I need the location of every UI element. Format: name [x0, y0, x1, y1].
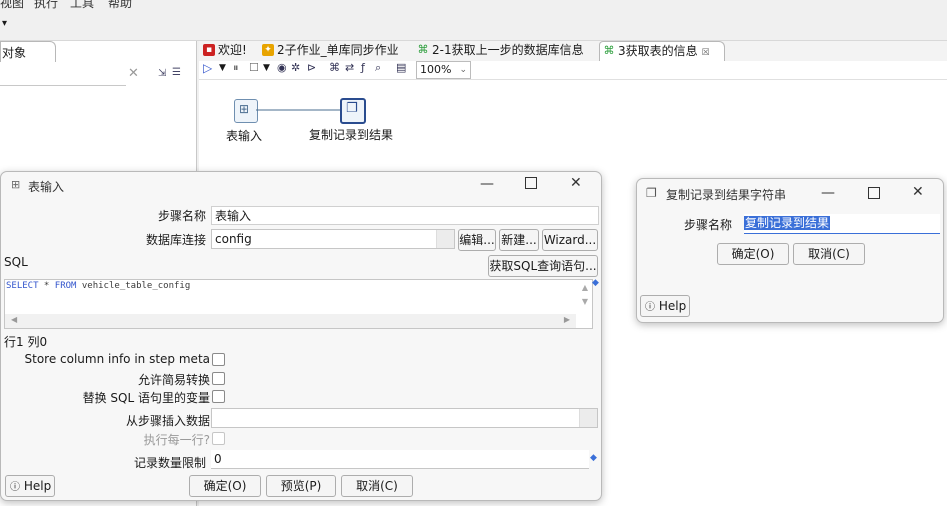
explore-db-icon[interactable]: ⌕ [375, 61, 381, 75]
cursor-position: 行1 列0 [4, 335, 48, 349]
copy-rows-step-name-input[interactable]: 复制记录到结果 [744, 214, 940, 234]
variable-diamond-icon: ◆ [590, 453, 597, 463]
minimize-icon[interactable]: — [480, 176, 494, 192]
run-dropdown-icon[interactable]: ▼ [219, 63, 226, 73]
sql-editor[interactable]: SELECT * FROM vehicle_table_config ▲ ▼ ◀… [4, 279, 593, 329]
object-search-input[interactable] [0, 65, 126, 86]
welcome-icon: ▪ [203, 44, 215, 56]
close-tab-icon[interactable]: ☒ [701, 48, 709, 58]
replay-icon[interactable]: ⊳ [307, 61, 316, 74]
copy-rows-ok-button[interactable]: 确定(O) [717, 243, 789, 265]
store-column-info-label: Store column info in step meta [24, 352, 211, 366]
minimize-icon[interactable]: — [821, 185, 835, 201]
run-icon[interactable]: ▷ [203, 61, 212, 75]
preview-icon[interactable]: ◉ [277, 61, 287, 74]
job-icon: ✦ [262, 44, 274, 56]
hop-arrow[interactable] [256, 104, 348, 116]
dialog-title: 表输入 [28, 180, 65, 194]
help-button[interactable]: ⓘ Help [5, 475, 55, 497]
execute-each-row-label: 执行每一行? [143, 433, 210, 447]
editor-toolbar: ▷ ▼ ⏸ ☐ ▼ ◉ ✲ ⊳ ⌘ ⇄ ƒ ⌕ ▤ [199, 61, 947, 80]
limit-input[interactable]: 0 [211, 450, 589, 469]
close-icon[interactable]: ✕ [912, 184, 924, 200]
tab-welcome[interactable]: ▪ 欢迎! [200, 41, 268, 60]
step-label-copy-rows: 复制记录到结果 [309, 128, 394, 142]
menu-item-tools[interactable]: 工具 [70, 0, 94, 10]
copy-rows-cancel-button[interactable]: 取消(C) [793, 243, 865, 265]
copy-rows-help-button[interactable]: ⓘ Help [640, 295, 690, 317]
get-sql-button[interactable]: 获取SQL查询语句... [488, 255, 598, 277]
limit-label: 记录数量限制 [133, 456, 206, 470]
tab-transformation-3[interactable]: ⌘ 3获取表的信息 ☒ [599, 41, 725, 61]
menu-item-view[interactable]: 视图 [0, 0, 24, 10]
table-input-icon[interactable]: ⊞ [234, 99, 258, 123]
scroll-up-icon[interactable]: ▲ [582, 283, 588, 292]
copy-rows-icon[interactable]: ❐ [340, 98, 366, 124]
wizard-button[interactable]: Wizard... [542, 229, 598, 251]
replace-vars-checkbox[interactable] [212, 390, 225, 403]
help-icon: ⓘ [10, 482, 20, 493]
copy-rows-dialog-icon: ❐ [646, 186, 657, 200]
verify-icon[interactable]: ⌘ [329, 61, 340, 74]
debug-icon[interactable]: ✲ [291, 61, 300, 74]
sql-label: SQL [4, 255, 28, 269]
copy-rows-dialog-title: 复制记录到结果字符串 [666, 188, 787, 202]
pause-icon[interactable]: ⏸ [233, 61, 239, 75]
scroll-right-icon[interactable]: ▶ [564, 315, 570, 324]
replace-vars-label: 替换 SQL 语句里的变量 [82, 391, 210, 405]
chevron-down-icon: ⌄ [459, 65, 467, 75]
sql-keyword-select: SELECT [6, 281, 39, 291]
close-icon[interactable]: ✕ [570, 175, 582, 191]
left-panel-tab-label: 对象 [2, 46, 27, 60]
collapse-tree-icon[interactable]: ☰ [172, 67, 181, 78]
new-connection-button[interactable]: 新建... [499, 229, 539, 251]
transformation-icon: ⌘ [417, 43, 429, 56]
store-column-info-checkbox[interactable] [212, 353, 225, 366]
ok-button[interactable]: 确定(O) [189, 475, 261, 497]
step-name-label: 步骤名称 [157, 209, 206, 223]
menu-item-run[interactable]: 执行 [34, 0, 58, 10]
copy-rows-step-name-label: 步骤名称 [683, 218, 732, 232]
insert-from-step-select[interactable] [211, 408, 598, 428]
lazy-conversion-label: 允许简易转换 [137, 373, 210, 387]
insert-from-step-label: 从步骤插入数据 [125, 414, 210, 428]
help-icon: ⓘ [645, 302, 655, 313]
expand-tree-icon[interactable]: ⇲ [158, 68, 166, 79]
stop-dropdown-icon[interactable]: ▼ [263, 63, 270, 73]
db-connection-select[interactable]: config [211, 229, 455, 249]
impact-icon[interactable]: ⇄ [345, 61, 354, 74]
preview-button[interactable]: 预览(P) [266, 475, 336, 497]
tab-job[interactable]: ✦ 2子作业_单库同步作业 [259, 41, 421, 60]
execute-each-row-checkbox [212, 432, 225, 445]
step-name-input[interactable]: 表输入 [211, 206, 599, 225]
menu-item-help[interactable]: 帮助 [108, 0, 132, 10]
dialog-table-input-icon: ⊞ [11, 178, 21, 191]
clear-icon[interactable]: ✕ [128, 66, 139, 81]
tab-transformation-2-1[interactable]: ⌘ 2-1获取上一步的数据库信息 [414, 41, 604, 60]
stop-icon[interactable]: ☐ [249, 61, 259, 74]
sql-icon[interactable]: ƒ [361, 61, 365, 74]
cancel-button[interactable]: 取消(C) [341, 475, 413, 497]
scroll-left-icon[interactable]: ◀ [11, 315, 17, 324]
show-results-icon[interactable]: ▤ [396, 61, 406, 74]
transformation-icon: ⌘ [603, 44, 615, 57]
menu-bar: 视图 执行 工具 帮助 [0, 0, 947, 10]
horizontal-scrollbar[interactable]: ◀ ▶ [5, 314, 576, 328]
variable-diamond-icon: ◆ [592, 278, 599, 288]
db-connection-dropdown-icon[interactable] [436, 230, 454, 248]
sql-keyword-from: FROM [54, 281, 77, 291]
lazy-conversion-checkbox[interactable] [212, 372, 225, 385]
maximize-icon[interactable] [868, 187, 880, 199]
main-toolbar: ▾ [0, 12, 947, 41]
scroll-down-icon[interactable]: ▼ [582, 297, 588, 306]
db-connection-label: 数据库连接 [145, 233, 206, 247]
zoom-select[interactable]: 100% ⌄ [416, 61, 471, 79]
edit-connection-button[interactable]: 编辑... [458, 229, 496, 251]
dropdown-arrow-icon[interactable]: ▾ [2, 18, 7, 29]
maximize-icon[interactable] [525, 177, 537, 189]
step-label-table-input: 表输入 [226, 129, 263, 143]
insert-from-step-dropdown-icon[interactable] [579, 409, 597, 427]
